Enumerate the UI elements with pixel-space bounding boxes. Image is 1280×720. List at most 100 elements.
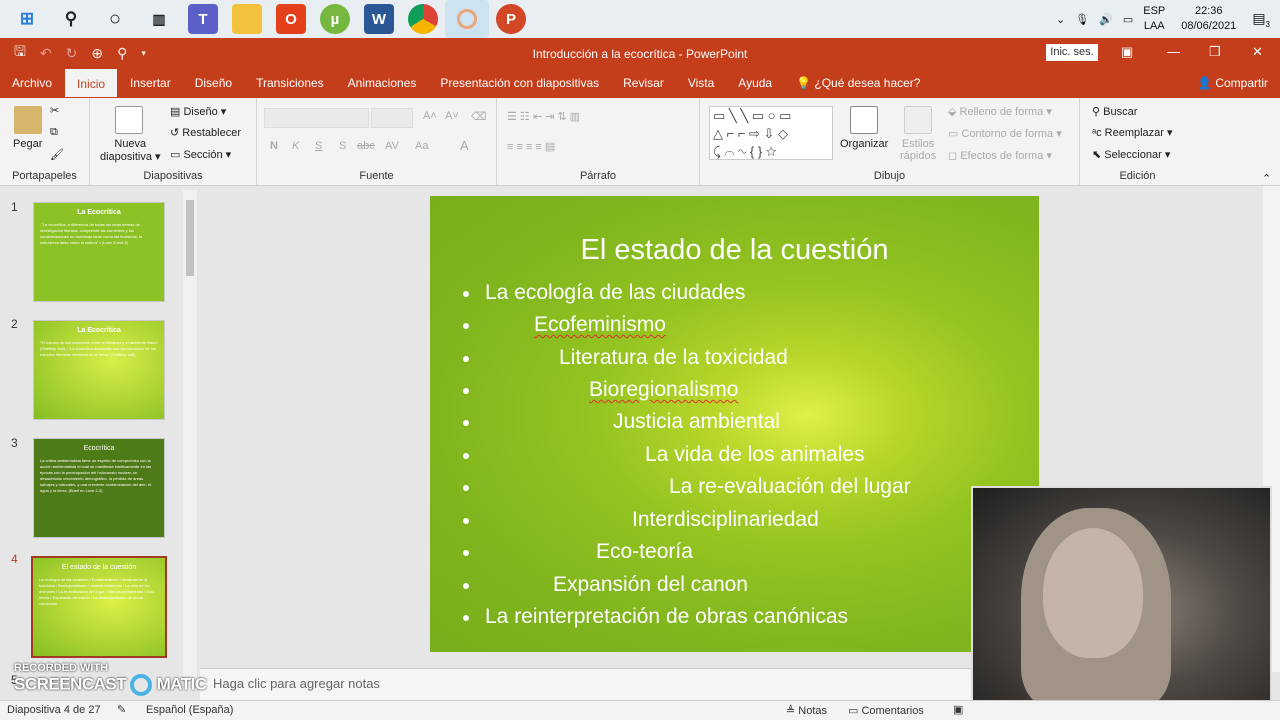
microphone-icon[interactable]: 🎙 [1075, 13, 1089, 26]
quick-styles-icon[interactable] [904, 106, 932, 134]
spacing-icon[interactable]: AV [385, 140, 399, 152]
shape-fill-button[interactable]: ⬙ Relleno de forma ▾ [948, 105, 1052, 118]
app-icon[interactable] [445, 0, 489, 38]
collapse-ribbon-icon[interactable]: ⌃ [1262, 172, 1271, 185]
chrome-icon[interactable] [408, 4, 438, 34]
language-indicator[interactable]: ESP LAA [1143, 4, 1165, 34]
replace-button[interactable]: ᵃc Reemplazar ▾ [1092, 126, 1173, 139]
shapes-gallery[interactable]: ▭ ╲ ╲ ▭ ○ ▭ △ ⌐ ⌐ ⇨ ⇩ ◇ ⤹ ⌒ ∿ { } ☆ [709, 106, 833, 160]
find-button[interactable]: ⚲ Buscar [1092, 105, 1137, 118]
tab-animaciones[interactable]: Animaciones [336, 68, 429, 98]
slide-title[interactable]: El estado de la cuestión [430, 234, 1039, 267]
task-view-icon[interactable]: ▥ [144, 4, 174, 34]
chevron-up-icon[interactable]: ⌄ [1056, 13, 1065, 26]
windows-start-icon[interactable]: ⊞ [12, 4, 42, 34]
tab-presentacion[interactable]: Presentación con diapositivas [428, 68, 611, 98]
strikethrough-button[interactable]: abc [357, 140, 375, 152]
person-icon: 👤 [1197, 76, 1216, 90]
arrange-button[interactable]: Organizar [840, 138, 888, 150]
clear-format-icon[interactable]: ⌫ [471, 110, 487, 123]
bullet-item[interactable]: La vida de los animales [645, 443, 864, 467]
powerpoint-icon[interactable]: P [496, 4, 526, 34]
office-icon[interactable]: O [276, 4, 306, 34]
format-painter-icon[interactable]: 🖌 [50, 148, 64, 161]
align-icon[interactable]: ≡ ≡ ≡ ≡ ▤ [507, 140, 555, 153]
case-button[interactable]: Aa [415, 140, 428, 152]
slide-thumbnail-1[interactable]: La Ecocrítica -"La ecocrítica, a diferen… [33, 202, 165, 302]
notification-icon[interactable]: ▤3 [1252, 10, 1270, 29]
paste-icon[interactable] [14, 106, 42, 134]
word-icon[interactable]: W [364, 4, 394, 34]
utorrent-icon[interactable]: µ [320, 4, 350, 34]
clock[interactable]: 22:36 08/06/2021 [1181, 4, 1236, 34]
file-explorer-icon[interactable] [232, 4, 262, 34]
notes-toggle[interactable]: ≜ Notas [786, 704, 827, 717]
reset-button[interactable]: ↺ Restablecer [170, 126, 241, 139]
search-icon[interactable]: ⚲ [56, 4, 86, 34]
underline-button[interactable]: S [315, 140, 322, 152]
cortana-icon[interactable]: ○ [100, 4, 130, 34]
shape-effects-button[interactable]: ◻ Efectos de forma ▾ [948, 149, 1052, 162]
shadow-button[interactable]: S [339, 140, 346, 152]
slide-thumbnail-2[interactable]: La Ecocrítica "El estudio de las relacio… [33, 320, 165, 420]
thumbnail-scroll-thumb[interactable] [186, 200, 194, 276]
bullet-item[interactable]: Expansión del canon [553, 573, 748, 597]
slide-canvas[interactable]: El estado de la cuestión La ecología de … [430, 196, 1039, 652]
tab-vista[interactable]: Vista [676, 68, 726, 98]
bullets-icon[interactable]: ☰ ☷ ⇤ ⇥ ⇅ ▥ [507, 110, 580, 123]
arrange-icon[interactable] [850, 106, 878, 134]
ribbon-display-icon[interactable]: ▣ [1121, 44, 1133, 60]
group-label: Edición [1119, 170, 1156, 182]
shrink-font-icon[interactable]: A˅ [445, 110, 459, 122]
bullet-icon [463, 388, 469, 394]
layout-button[interactable]: ▤ Diseño ▾ [170, 105, 226, 118]
tab-insertar[interactable]: Insertar [118, 68, 183, 98]
bold-button[interactable]: N [270, 140, 278, 152]
minimize-icon[interactable]: — [1167, 44, 1180, 59]
network-icon[interactable]: ▭ [1123, 13, 1133, 26]
bullet-item[interactable]: La reinterpretación de obras canónicas [485, 605, 848, 629]
bullet-item[interactable]: Literatura de la toxicidad [559, 346, 788, 370]
slide-thumbnail-3[interactable]: Ecocrítica La crítica ambientalista tien… [33, 438, 165, 538]
new-slide-icon[interactable] [115, 106, 143, 134]
tab-diseno[interactable]: Diseño [183, 68, 244, 98]
bullet-item[interactable]: Justicia ambiental [613, 410, 780, 434]
spellcheck-icon[interactable]: ✎ [117, 703, 126, 716]
quick-styles-button[interactable]: Estilos rápidos [900, 138, 936, 162]
tell-me-search[interactable]: 💡 ¿Qué desea hacer? [784, 68, 932, 98]
paste-button[interactable]: Pegar [13, 138, 42, 150]
grow-font-icon[interactable]: A˄ [423, 110, 437, 122]
font-name-select[interactable] [264, 108, 369, 128]
bullet-item[interactable]: Interdisciplinariedad [632, 508, 819, 532]
close-icon[interactable]: ✕ [1252, 44, 1263, 60]
language-status[interactable]: Español (España) [146, 704, 233, 716]
bullet-item[interactable]: La ecología de las ciudades [485, 281, 745, 305]
italic-button[interactable]: K [292, 140, 299, 152]
font-size-select[interactable] [371, 108, 413, 128]
sign-in-button[interactable]: Inic. ses. [1046, 44, 1098, 61]
bullet-item[interactable]: Eco-teoría [596, 540, 693, 564]
slide-thumbnail-4-selected[interactable]: El estado de la cuestión La ecología de … [31, 556, 167, 658]
tab-ayuda[interactable]: Ayuda [726, 68, 784, 98]
tab-revisar[interactable]: Revisar [611, 68, 676, 98]
bullet-item[interactable]: La re-evaluación del lugar [669, 475, 911, 499]
bullet-item[interactable]: Bioregionalismo [589, 378, 738, 402]
bullet-item[interactable]: Ecofeminismo [534, 313, 666, 337]
tab-inicio[interactable]: Inicio [64, 68, 119, 98]
section-button[interactable]: ▭ Sección ▾ [170, 148, 231, 161]
font-color-icon[interactable]: A [460, 138, 469, 153]
notes-pane[interactable]: Haga clic para agregar notas [200, 668, 980, 700]
normal-view-icon[interactable]: ▣ [953, 703, 963, 716]
teams-icon[interactable]: T [188, 4, 218, 34]
volume-icon[interactable]: 🔊 [1099, 13, 1113, 26]
comments-toggle[interactable]: ▭ Comentarios [848, 704, 924, 717]
maximize-icon[interactable]: ❐ [1209, 44, 1221, 60]
tab-transiciones[interactable]: Transiciones [244, 68, 336, 98]
copy-icon[interactable]: ⧉ [50, 126, 58, 139]
cut-icon[interactable]: ✂ [50, 104, 59, 117]
shape-outline-button[interactable]: ▭ Contorno de forma ▾ [948, 127, 1062, 140]
tab-archivo[interactable]: Archivo [0, 68, 64, 98]
share-button[interactable]: 👤 Compartir [1185, 68, 1280, 98]
select-button[interactable]: ⬉ Seleccionar ▾ [1092, 148, 1170, 161]
new-slide-button[interactable]: Nueva diapositiva ▾ [100, 138, 161, 163]
